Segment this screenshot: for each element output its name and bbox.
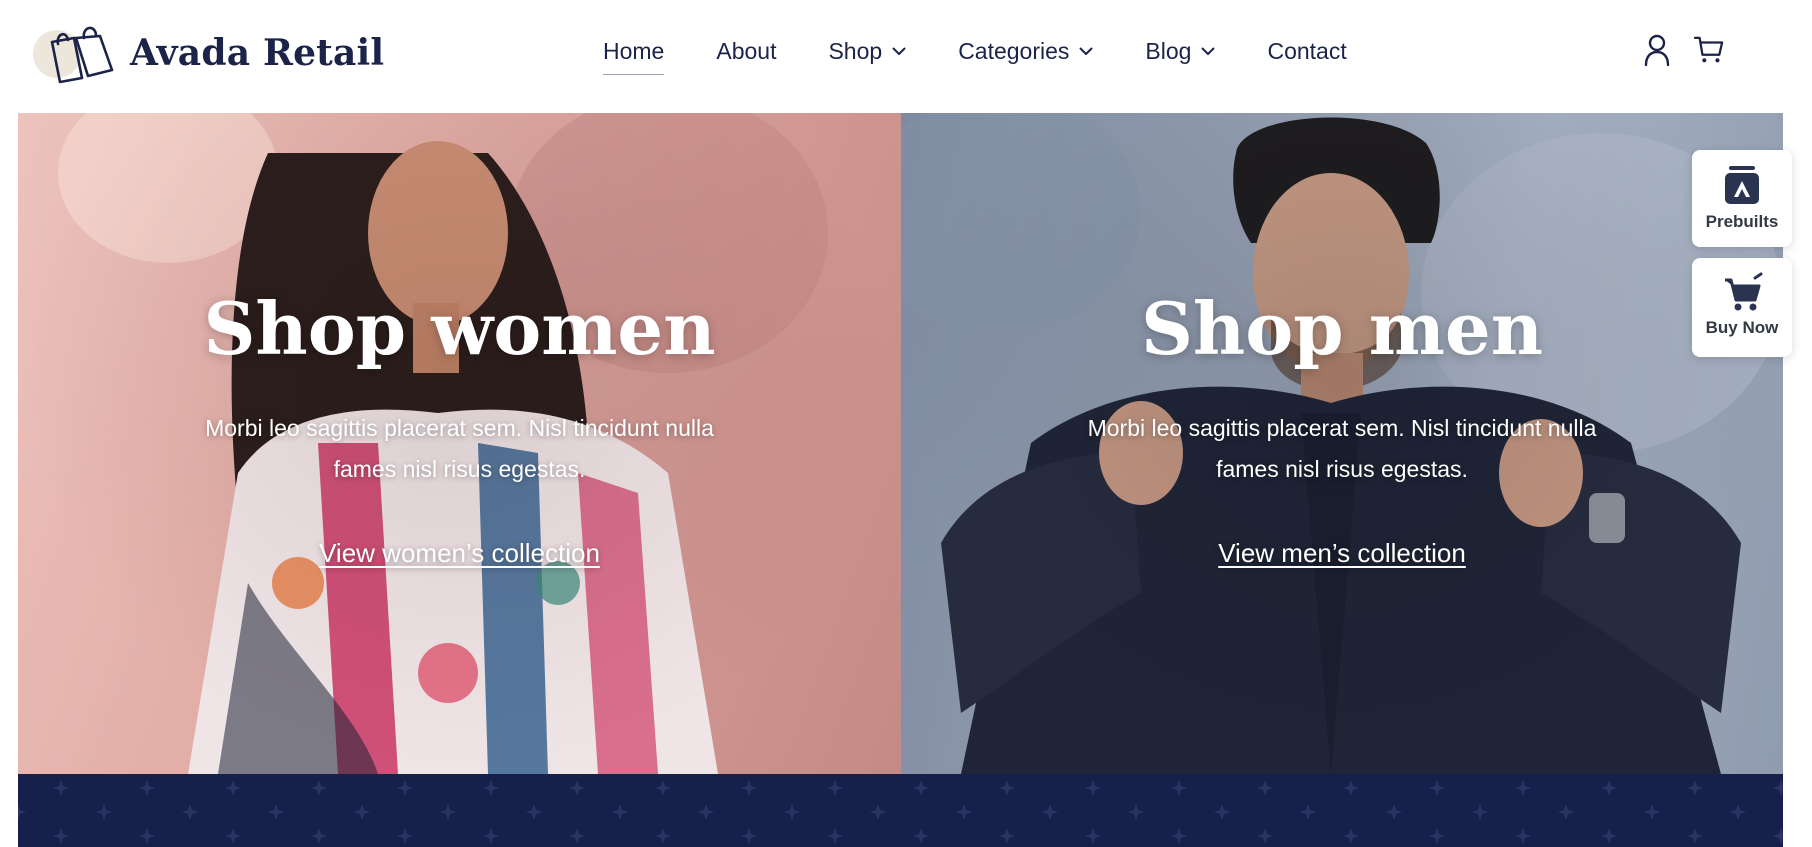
chevron-down-icon xyxy=(892,47,906,56)
nav-about-label: About xyxy=(716,37,777,64)
nav-shop-label: Shop xyxy=(828,37,883,64)
hero-men-title: Shop men xyxy=(1140,286,1544,371)
nav-categories-label: Categories xyxy=(958,37,1070,64)
nav-about[interactable]: About xyxy=(716,38,776,65)
nav-blog[interactable]: Blog xyxy=(1145,38,1215,65)
nav-blog-label: Blog xyxy=(1145,37,1192,64)
view-women-collection-link[interactable]: View women’s collection xyxy=(18,538,901,569)
nav-shop[interactable]: Shop xyxy=(828,38,906,65)
chevron-down-icon xyxy=(1201,47,1215,56)
cart-icon[interactable] xyxy=(1694,34,1724,66)
user-icon[interactable] xyxy=(1642,34,1672,66)
hero-men-description: Morbi leo sagittis placerat sem. Nisl ti… xyxy=(1087,415,1597,482)
prebuilts-button[interactable]: Prebuilts xyxy=(1692,150,1792,247)
shopping-bags-logo-icon xyxy=(30,20,122,86)
cart-icon xyxy=(1692,272,1792,312)
prebuilts-icon xyxy=(1692,164,1792,206)
nav-home[interactable]: Home xyxy=(603,37,665,75)
brand-name: Avada Retail xyxy=(130,32,385,74)
nav-contact-label: Contact xyxy=(1267,37,1347,64)
buy-now-label: Buy Now xyxy=(1705,318,1779,337)
header-actions xyxy=(1642,34,1724,66)
hero-men-panel: Shop men Morbi leo sagittis placerat sem… xyxy=(901,113,1783,774)
site-header: Avada Retail Home About Shop Categories … xyxy=(0,0,1812,113)
site-logo[interactable]: Avada Retail xyxy=(30,20,384,86)
nav-categories[interactable]: Categories xyxy=(958,38,1093,65)
main-nav: Home About Shop Categories Blog Contact xyxy=(603,36,1347,75)
nav-home-label: Home xyxy=(603,37,665,64)
chevron-down-icon xyxy=(1079,47,1093,56)
view-men-collection-link[interactable]: View men’s collection xyxy=(901,538,1783,569)
navy-pattern-band xyxy=(18,774,1783,847)
hero-women-panel: Shop women Morbi leo sagittis placerat s… xyxy=(18,113,901,774)
prebuilts-label: Prebuilts xyxy=(1705,212,1779,231)
hero-women-title: Shop women xyxy=(203,286,716,371)
buy-now-button[interactable]: Buy Now xyxy=(1692,258,1792,357)
nav-contact[interactable]: Contact xyxy=(1267,38,1346,65)
hero-women-description: Morbi leo sagittis placerat sem. Nisl ti… xyxy=(205,415,714,482)
sparkle-pattern xyxy=(18,774,1783,847)
